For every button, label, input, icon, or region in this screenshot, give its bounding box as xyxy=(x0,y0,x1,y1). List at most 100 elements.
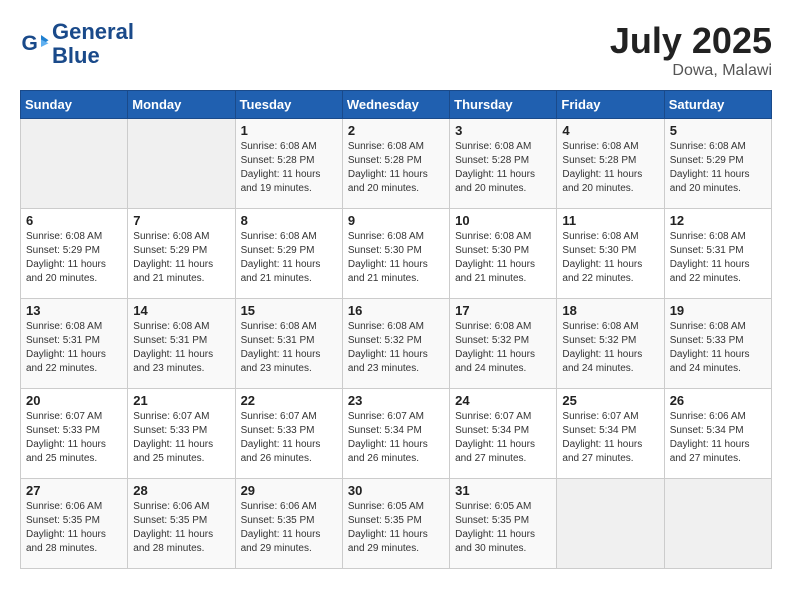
day-number: 16 xyxy=(348,303,444,318)
weekday-header-saturday: Saturday xyxy=(664,91,771,119)
calendar-cell xyxy=(128,119,235,209)
day-info: Sunrise: 6:08 AM Sunset: 5:30 PM Dayligh… xyxy=(562,230,658,286)
calendar-cell: 23 Sunrise: 6:07 AM Sunset: 5:34 PM Dayli… xyxy=(342,389,449,479)
day-info: Sunrise: 6:08 AM Sunset: 5:32 PM Dayligh… xyxy=(455,320,551,376)
weekday-header-friday: Friday xyxy=(557,91,664,119)
day-info: Sunrise: 6:08 AM Sunset: 5:28 PM Dayligh… xyxy=(455,140,551,196)
day-info: Sunrise: 6:07 AM Sunset: 5:33 PM Dayligh… xyxy=(26,410,122,466)
day-info: Sunrise: 6:06 AM Sunset: 5:35 PM Dayligh… xyxy=(241,500,337,556)
day-number: 6 xyxy=(26,213,122,228)
weekday-header-monday: Monday xyxy=(128,91,235,119)
calendar-cell: 18 Sunrise: 6:08 AM Sunset: 5:32 PM Dayli… xyxy=(557,299,664,389)
day-info: Sunrise: 6:08 AM Sunset: 5:28 PM Dayligh… xyxy=(241,140,337,196)
day-info: Sunrise: 6:08 AM Sunset: 5:31 PM Dayligh… xyxy=(26,320,122,376)
day-info: Sunrise: 6:08 AM Sunset: 5:32 PM Dayligh… xyxy=(348,320,444,376)
day-number: 10 xyxy=(455,213,551,228)
calendar-week-2: 6 Sunrise: 6:08 AM Sunset: 5:29 PM Daylig… xyxy=(21,209,772,299)
day-number: 4 xyxy=(562,123,658,138)
calendar-cell: 21Sunrise: 6:07 AM Sunset: 5:33 PM Dayli… xyxy=(128,389,235,479)
day-info: Sunrise: 6:08 AM Sunset: 5:31 PM Dayligh… xyxy=(670,230,766,286)
calendar-cell: 24Sunrise: 6:07 AM Sunset: 5:34 PM Dayli… xyxy=(450,389,557,479)
calendar-week-1: 1 Sunrise: 6:08 AM Sunset: 5:28 PM Daylig… xyxy=(21,119,772,209)
calendar-cell: 14 Sunrise: 6:08 AM Sunset: 5:31 PM Dayli… xyxy=(128,299,235,389)
calendar-cell: 30Sunrise: 6:05 AM Sunset: 5:35 PM Dayli… xyxy=(342,479,449,569)
svg-text:G: G xyxy=(22,32,38,55)
calendar-cell xyxy=(21,119,128,209)
calendar-cell: 16 Sunrise: 6:08 AM Sunset: 5:32 PM Dayli… xyxy=(342,299,449,389)
day-info: Sunrise: 6:08 AM Sunset: 5:33 PM Dayligh… xyxy=(670,320,766,376)
logo-text-line2: Blue xyxy=(52,44,134,68)
calendar-cell: 22 Sunrise: 6:07 AM Sunset: 5:33 PM Dayli… xyxy=(235,389,342,479)
day-number: 24 xyxy=(455,393,551,408)
calendar-cell: 9 Sunrise: 6:08 AM Sunset: 5:30 PM Daylig… xyxy=(342,209,449,299)
day-number: 23 xyxy=(348,393,444,408)
day-info: Sunrise: 6:05 AM Sunset: 5:35 PM Dayligh… xyxy=(348,500,444,556)
day-info: Sunrise: 6:06 AM Sunset: 5:34 PM Dayligh… xyxy=(670,410,766,466)
day-number: 14 xyxy=(133,303,229,318)
location: Dowa, Malawi xyxy=(610,62,772,80)
page-header: G General Blue July 2025 Dowa, Malawi xyxy=(20,20,772,80)
day-info: Sunrise: 6:08 AM Sunset: 5:29 PM Dayligh… xyxy=(26,230,122,286)
day-number: 12 xyxy=(670,213,766,228)
day-info: Sunrise: 6:06 AM Sunset: 5:35 PM Dayligh… xyxy=(133,500,229,556)
logo-text-line1: General xyxy=(52,20,134,44)
day-number: 29 xyxy=(241,483,337,498)
day-info: Sunrise: 6:07 AM Sunset: 5:33 PM Dayligh… xyxy=(133,410,229,466)
weekday-header-thursday: Thursday xyxy=(450,91,557,119)
day-info: Sunrise: 6:06 AM Sunset: 5:35 PM Dayligh… xyxy=(26,500,122,556)
day-info: Sunrise: 6:07 AM Sunset: 5:33 PM Dayligh… xyxy=(241,410,337,466)
calendar-cell: 29 Sunrise: 6:06 AM Sunset: 5:35 PM Dayli… xyxy=(235,479,342,569)
calendar-table: SundayMondayTuesdayWednesdayThursdayFrid… xyxy=(20,90,772,569)
day-info: Sunrise: 6:08 AM Sunset: 5:28 PM Dayligh… xyxy=(562,140,658,196)
calendar-cell: 6 Sunrise: 6:08 AM Sunset: 5:29 PM Daylig… xyxy=(21,209,128,299)
calendar-cell: 8Sunrise: 6:08 AM Sunset: 5:29 PM Daylig… xyxy=(235,209,342,299)
calendar-week-3: 13Sunrise: 6:08 AM Sunset: 5:31 PM Dayli… xyxy=(21,299,772,389)
day-info: Sunrise: 6:08 AM Sunset: 5:28 PM Dayligh… xyxy=(348,140,444,196)
day-number: 27 xyxy=(26,483,122,498)
calendar-cell: 28 Sunrise: 6:06 AM Sunset: 5:35 PM Dayli… xyxy=(128,479,235,569)
calendar-cell: 4 Sunrise: 6:08 AM Sunset: 5:28 PM Daylig… xyxy=(557,119,664,209)
day-number: 20 xyxy=(26,393,122,408)
day-number: 11 xyxy=(562,213,658,228)
calendar-week-5: 27 Sunrise: 6:06 AM Sunset: 5:35 PM Dayli… xyxy=(21,479,772,569)
calendar-cell xyxy=(557,479,664,569)
day-info: Sunrise: 6:08 AM Sunset: 5:30 PM Dayligh… xyxy=(455,230,551,286)
day-number: 9 xyxy=(348,213,444,228)
weekday-header-sunday: Sunday xyxy=(21,91,128,119)
title-block: July 2025 Dowa, Malawi xyxy=(610,20,772,80)
day-number: 18 xyxy=(562,303,658,318)
day-info: Sunrise: 6:05 AM Sunset: 5:35 PM Dayligh… xyxy=(455,500,551,556)
calendar-cell: 15 Sunrise: 6:08 AM Sunset: 5:31 PM Dayli… xyxy=(235,299,342,389)
day-number: 1 xyxy=(241,123,337,138)
day-info: Sunrise: 6:08 AM Sunset: 5:29 PM Dayligh… xyxy=(241,230,337,286)
day-info: Sunrise: 6:07 AM Sunset: 5:34 PM Dayligh… xyxy=(348,410,444,466)
day-number: 28 xyxy=(133,483,229,498)
day-info: Sunrise: 6:08 AM Sunset: 5:30 PM Dayligh… xyxy=(348,230,444,286)
day-number: 3 xyxy=(455,123,551,138)
calendar-cell: 5 Sunrise: 6:08 AM Sunset: 5:29 PM Daylig… xyxy=(664,119,771,209)
day-number: 7 xyxy=(133,213,229,228)
day-number: 26 xyxy=(670,393,766,408)
day-info: Sunrise: 6:08 AM Sunset: 5:31 PM Dayligh… xyxy=(241,320,337,376)
calendar-cell: 20 Sunrise: 6:07 AM Sunset: 5:33 PM Dayli… xyxy=(21,389,128,479)
weekday-header-row: SundayMondayTuesdayWednesdayThursdayFrid… xyxy=(21,91,772,119)
day-number: 5 xyxy=(670,123,766,138)
weekday-header-tuesday: Tuesday xyxy=(235,91,342,119)
calendar-cell: 3 Sunrise: 6:08 AM Sunset: 5:28 PM Daylig… xyxy=(450,119,557,209)
calendar-cell: 12 Sunrise: 6:08 AM Sunset: 5:31 PM Dayli… xyxy=(664,209,771,299)
calendar-cell: 27 Sunrise: 6:06 AM Sunset: 5:35 PM Dayli… xyxy=(21,479,128,569)
day-number: 22 xyxy=(241,393,337,408)
calendar-cell: 11 Sunrise: 6:08 AM Sunset: 5:30 PM Dayli… xyxy=(557,209,664,299)
month-title: July 2025 xyxy=(610,20,772,62)
day-info: Sunrise: 6:08 AM Sunset: 5:32 PM Dayligh… xyxy=(562,320,658,376)
day-number: 25 xyxy=(562,393,658,408)
day-number: 31 xyxy=(455,483,551,498)
day-info: Sunrise: 6:08 AM Sunset: 5:29 PM Dayligh… xyxy=(670,140,766,196)
day-number: 17 xyxy=(455,303,551,318)
calendar-cell: 2Sunrise: 6:08 AM Sunset: 5:28 PM Daylig… xyxy=(342,119,449,209)
calendar-cell: 25Sunrise: 6:07 AM Sunset: 5:34 PM Dayli… xyxy=(557,389,664,479)
day-number: 15 xyxy=(241,303,337,318)
weekday-header-wednesday: Wednesday xyxy=(342,91,449,119)
day-info: Sunrise: 6:08 AM Sunset: 5:31 PM Dayligh… xyxy=(133,320,229,376)
calendar-cell: 13Sunrise: 6:08 AM Sunset: 5:31 PM Dayli… xyxy=(21,299,128,389)
